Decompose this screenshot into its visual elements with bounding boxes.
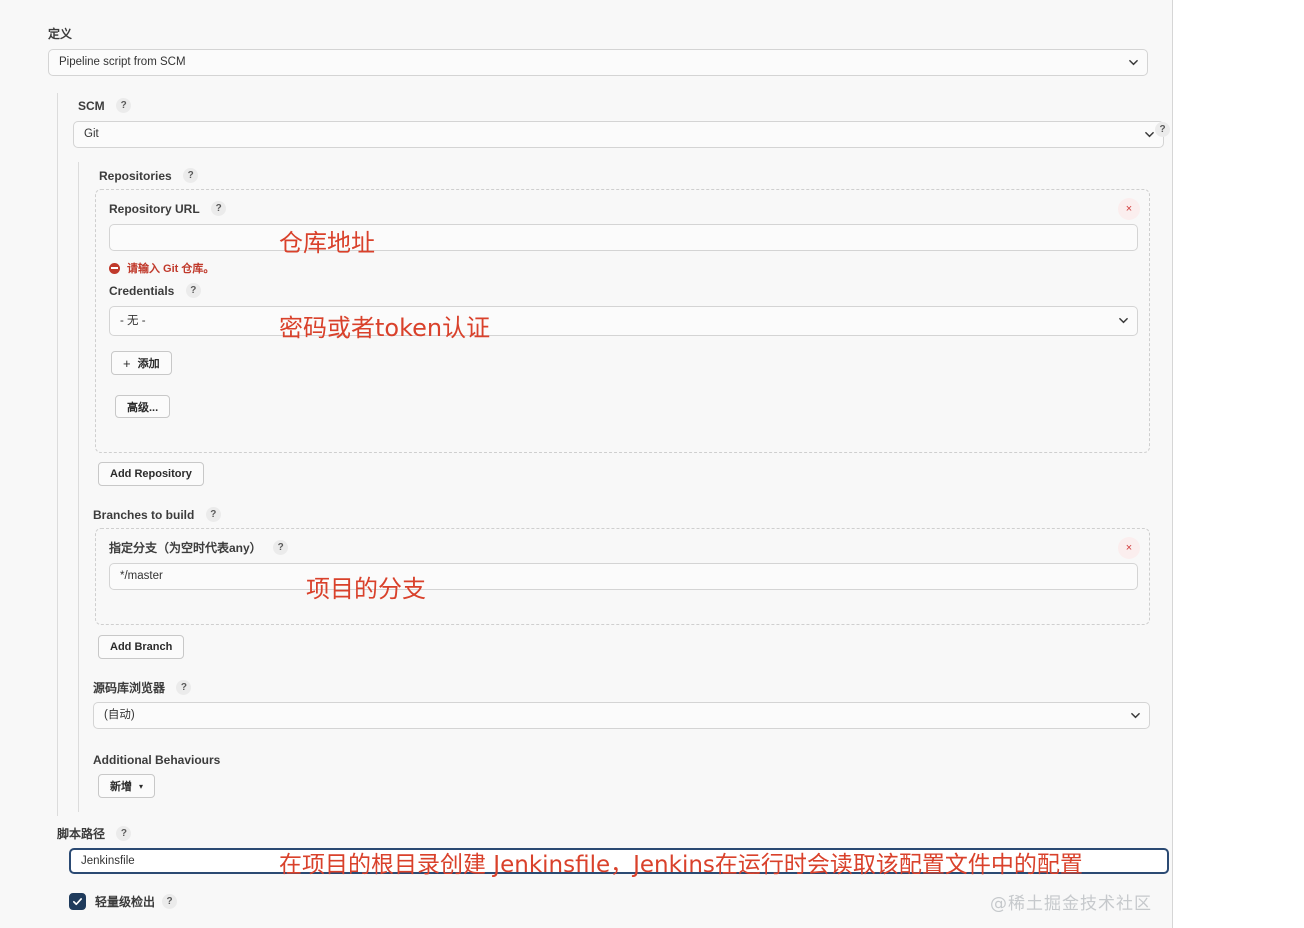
add-credentials-button[interactable]: + 添加 — [111, 351, 172, 375]
definition-select[interactable]: Pipeline script from SCM — [48, 49, 1148, 76]
scm-outer-help-icon[interactable]: ? — [1155, 122, 1170, 137]
branch-specifier-help-icon[interactable]: ? — [273, 540, 289, 556]
branch-specifier-input[interactable]: */master — [109, 563, 1138, 590]
credentials-advanced-label: 高级... — [127, 401, 159, 414]
lightweight-checkout-help-icon[interactable]: ? — [162, 894, 178, 909]
lightweight-checkout-checkbox[interactable] — [69, 893, 86, 910]
cropped-text-above — [48, 0, 52, 5]
branch-specifier-label: 指定分支（为空时代表any） — [109, 541, 262, 556]
definition-label-row: 定义 — [48, 25, 72, 43]
plus-icon: + — [123, 355, 131, 371]
repository-url-label-row: Repository URL ? — [109, 200, 227, 218]
branch-entry-box: × 指定分支（为空时代表any） ? */master — [95, 528, 1150, 625]
scm-select[interactable]: Git — [73, 121, 1164, 148]
scm-label: SCM — [78, 98, 105, 113]
repository-url-error-text: 请输入 Git 仓库。 — [127, 263, 215, 275]
delete-branch-button[interactable]: × — [1118, 537, 1140, 559]
script-path-input[interactable]: Jenkinsfile — [69, 848, 1169, 874]
add-repository-button[interactable]: Add Repository — [98, 462, 204, 486]
definition-label: 定义 — [48, 27, 73, 42]
lightweight-checkout-row[interactable]: 轻量级检出 ? — [69, 893, 178, 910]
repo-browser-help-icon[interactable]: ? — [176, 680, 192, 696]
credentials-select-value: - 无 - — [120, 315, 146, 327]
add-branch-button[interactable]: Add Branch — [98, 635, 185, 659]
chevron-down-icon — [1119, 316, 1128, 325]
script-path-label-row: 脚本路径 ? — [57, 825, 132, 843]
repositories-section: Repositories ? × Repository URL ? 请输入 Gi… — [78, 162, 1169, 812]
definition-select-value: Pipeline script from SCM — [59, 56, 186, 68]
repositories-label-row: Repositories ? — [99, 167, 199, 185]
repo-browser-select[interactable]: (自动) — [93, 702, 1150, 729]
branch-specifier-label-row: 指定分支（为空时代表any） ? — [109, 539, 289, 557]
error-icon — [109, 262, 120, 274]
additional-behaviours-add-button[interactable]: 新增 ▾ — [98, 774, 156, 798]
script-path-label: 脚本路径 — [57, 827, 106, 842]
chevron-down-icon — [1131, 711, 1140, 720]
repository-entry-box: × Repository URL ? 请输入 Git 仓库。 Credentia… — [95, 189, 1150, 453]
repositories-label: Repositories — [99, 168, 172, 183]
add-repository-label: Add Repository — [110, 468, 192, 480]
repositories-help-icon[interactable]: ? — [183, 168, 199, 184]
repository-url-error: 请输入 Git 仓库。 — [109, 260, 214, 276]
delete-repository-button[interactable]: × — [1118, 198, 1140, 220]
chevron-down-icon — [1145, 130, 1154, 139]
repo-browser-label-row: 源码库浏览器 ? — [93, 679, 192, 697]
repo-browser-value: (自动) — [104, 709, 135, 721]
credentials-label: Credentials — [109, 283, 175, 298]
credentials-help-icon[interactable]: ? — [185, 283, 201, 299]
repo-browser-label: 源码库浏览器 — [93, 681, 166, 696]
close-icon: × — [1125, 541, 1133, 554]
branches-label: Branches to build — [93, 507, 195, 522]
branches-help-icon[interactable]: ? — [205, 507, 221, 523]
branches-label-row: Branches to build ? — [93, 506, 221, 524]
additional-behaviours-add-label: 新增 — [110, 781, 132, 793]
credentials-advanced-button[interactable]: 高级... — [115, 395, 171, 418]
lightweight-checkout-label: 轻量级检出 — [95, 895, 156, 909]
additional-behaviours-label-row: Additional Behaviours — [93, 751, 220, 769]
close-icon: × — [1125, 202, 1133, 215]
scm-section: SCM ? Git Repositories ? × Repository UR… — [57, 93, 1167, 816]
branch-specifier-value: */master — [120, 570, 163, 582]
additional-behaviours-label: Additional Behaviours — [93, 752, 221, 767]
scm-select-value: Git — [84, 128, 99, 140]
repository-url-input[interactable] — [109, 224, 1138, 251]
add-credentials-label: 添加 — [137, 358, 160, 370]
right-blank-pane — [1174, 0, 1304, 928]
repository-url-help-icon[interactable]: ? — [211, 201, 227, 217]
caret-down-icon: ▾ — [139, 781, 144, 791]
credentials-label-row: Credentials ? — [109, 282, 201, 300]
script-path-value: Jenkinsfile — [81, 855, 135, 867]
scm-label-row: SCM ? — [78, 97, 132, 115]
watermark: @稀土掘金技术社区 — [990, 894, 1152, 914]
chevron-down-icon — [1129, 58, 1138, 67]
add-branch-label: Add Branch — [110, 641, 173, 653]
repository-url-label: Repository URL — [109, 201, 200, 216]
scm-help-icon[interactable]: ? — [116, 98, 132, 114]
pipeline-config-page: 定义 Pipeline script from SCM SCM ? Git Re… — [0, 0, 1173, 928]
credentials-select[interactable]: - 无 - — [109, 306, 1138, 336]
script-path-help-icon[interactable]: ? — [116, 826, 132, 842]
